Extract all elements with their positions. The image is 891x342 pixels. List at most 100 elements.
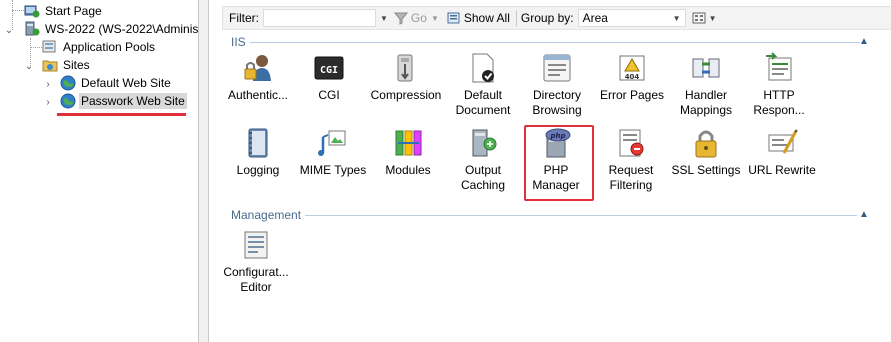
- feature-label: Modules: [385, 163, 431, 177]
- feature-label: SSL Settings: [671, 163, 741, 177]
- feature-label: MIME Types: [299, 163, 367, 177]
- go-dropdown-arrow-icon[interactable]: ▼: [431, 14, 439, 23]
- feature-configuration-editor[interactable]: Configurat... Editor: [221, 229, 291, 295]
- collapse-group-chevron-icon[interactable]: ▲: [859, 209, 869, 220]
- feature-handler-mappings[interactable]: Handler Mappings: [671, 52, 741, 118]
- http-response-icon: [766, 52, 792, 81]
- group-title: Management: [231, 208, 302, 222]
- funnel-icon: [393, 12, 408, 25]
- mime-types-icon: [318, 130, 346, 156]
- feature-modules[interactable]: Modules: [373, 127, 443, 178]
- tree-item-server[interactable]: WS-2022 (WS-2022\Administr: [24, 20, 199, 38]
- tree-item-passwork-web-site[interactable]: Passwork Web Site: [60, 92, 187, 110]
- modules-icon: [395, 130, 422, 156]
- connections-tree: Start Page ⌄ WS-2022 (WS-2022\Administr …: [0, 0, 199, 342]
- feature-error-pages[interactable]: 404 Error Pages: [597, 52, 667, 103]
- feature-logging[interactable]: Logging: [223, 127, 293, 178]
- tree-item-sites[interactable]: Sites: [42, 56, 92, 74]
- collapse-chevron-icon[interactable]: ⌄: [4, 25, 14, 36]
- feature-url-rewrite[interactable]: URL Rewrite: [744, 127, 820, 178]
- group-title: IIS: [231, 35, 246, 49]
- tree-line: [12, 10, 24, 11]
- tree-item-label: Default Web Site: [81, 76, 171, 90]
- feature-label: Directory Browsing: [532, 88, 582, 117]
- tree-item-start-page[interactable]: Start Page: [24, 2, 104, 20]
- ssl-settings-icon: [695, 130, 717, 158]
- group-divider: [249, 41, 860, 43]
- start-page-icon: [24, 5, 40, 18]
- feature-authentication[interactable]: Authentic...: [223, 52, 293, 103]
- configuration-editor-icon: [244, 231, 268, 259]
- group-header-management[interactable]: Management: [231, 207, 858, 223]
- toolbar-separator: [515, 10, 517, 26]
- show-all-icon: [447, 12, 460, 24]
- cgi-icon: CGI: [314, 56, 344, 80]
- view-mode-icon: [692, 12, 706, 24]
- view-mode-dropdown-arrow-icon: ▼: [708, 13, 717, 23]
- tree-item-label: Passwork Web Site: [79, 93, 187, 109]
- highlight-underline: [57, 113, 186, 116]
- expand-chevron-icon[interactable]: ›: [43, 97, 53, 108]
- feature-label: Authentic...: [227, 88, 289, 102]
- feature-label: Logging: [236, 163, 280, 177]
- features-view: Filter: ▼ Go ▼ Show All Group by: Area ▼…: [208, 0, 891, 342]
- globe-icon: [60, 93, 76, 109]
- feature-label: Error Pages: [599, 88, 665, 102]
- feature-label: Request Filtering: [608, 163, 654, 192]
- sites-folder-icon: [42, 60, 58, 72]
- view-mode-button[interactable]: ▼: [690, 11, 719, 25]
- collapse-group-chevron-icon[interactable]: ▲: [859, 36, 869, 47]
- expand-chevron-icon[interactable]: ›: [43, 79, 53, 90]
- feature-label: Configurat... Editor: [223, 265, 289, 294]
- feature-ssl-settings[interactable]: SSL Settings: [669, 127, 743, 178]
- feature-cgi[interactable]: CGI CGI: [294, 52, 364, 103]
- filter-label: Filter:: [229, 11, 259, 25]
- group-divider: [305, 214, 858, 216]
- logging-icon: [248, 128, 268, 158]
- feature-label: Compression: [370, 88, 442, 102]
- svg-text:404: 404: [625, 73, 640, 81]
- show-all-label: Show All: [463, 11, 510, 25]
- collapse-chevron-icon[interactable]: ⌄: [24, 61, 34, 72]
- iis-manager-window: Start Page ⌄ WS-2022 (WS-2022\Administr …: [0, 0, 891, 342]
- url-rewrite-icon: [768, 129, 798, 154]
- tree-item-default-web-site[interactable]: Default Web Site: [60, 74, 173, 92]
- tree-item-label: Application Pools: [63, 40, 156, 54]
- feature-directory-browsing[interactable]: Directory Browsing: [522, 52, 592, 118]
- php-manager-highlight-box: [524, 125, 594, 201]
- filter-input[interactable]: [263, 9, 376, 27]
- authentication-icon: [244, 55, 271, 81]
- default-document-icon: [472, 53, 494, 83]
- feature-label: Default Document: [455, 88, 511, 117]
- go-button[interactable]: Go ▼: [392, 11, 445, 25]
- handler-mappings-icon: [692, 58, 720, 78]
- feature-default-document[interactable]: Default Document: [448, 52, 518, 118]
- feature-compression[interactable]: Compression: [366, 52, 446, 103]
- feature-output-caching[interactable]: Output Caching: [448, 127, 518, 193]
- group-by-dropdown-arrow-icon: ▼: [672, 13, 681, 23]
- feature-http-response-headers[interactable]: HTTP Respon...: [744, 52, 814, 118]
- tree-line: [30, 47, 42, 48]
- tree-item-label: Sites: [63, 58, 90, 72]
- server-icon: [25, 21, 40, 36]
- group-by-select[interactable]: Area ▼: [577, 9, 686, 27]
- pane-splitter[interactable]: [199, 0, 208, 342]
- feature-mime-types[interactable]: MIME Types: [294, 127, 372, 178]
- feature-request-filtering[interactable]: Request Filtering: [596, 127, 666, 193]
- group-by-value: Area: [582, 11, 608, 25]
- error-pages-icon: 404: [619, 55, 645, 81]
- svg-text:CGI: CGI: [320, 65, 338, 76]
- tree-item-application-pools[interactable]: Application Pools: [42, 38, 157, 56]
- filter-dropdown-arrow-icon[interactable]: ▼: [380, 14, 388, 23]
- directory-browsing-icon: [543, 54, 571, 82]
- app-pools-icon: [42, 40, 56, 53]
- feature-label: Handler Mappings: [679, 88, 733, 117]
- feature-label: URL Rewrite: [748, 163, 816, 177]
- feature-label: HTTP Respon...: [753, 88, 805, 117]
- group-by-label: Group by:: [520, 11, 574, 25]
- group-header-iis[interactable]: IIS: [231, 34, 860, 50]
- tree-item-label: WS-2022 (WS-2022\Administr: [45, 22, 199, 36]
- go-label: Go: [410, 11, 427, 25]
- output-caching-icon: [472, 129, 497, 157]
- show-all-button[interactable]: Show All: [445, 11, 512, 25]
